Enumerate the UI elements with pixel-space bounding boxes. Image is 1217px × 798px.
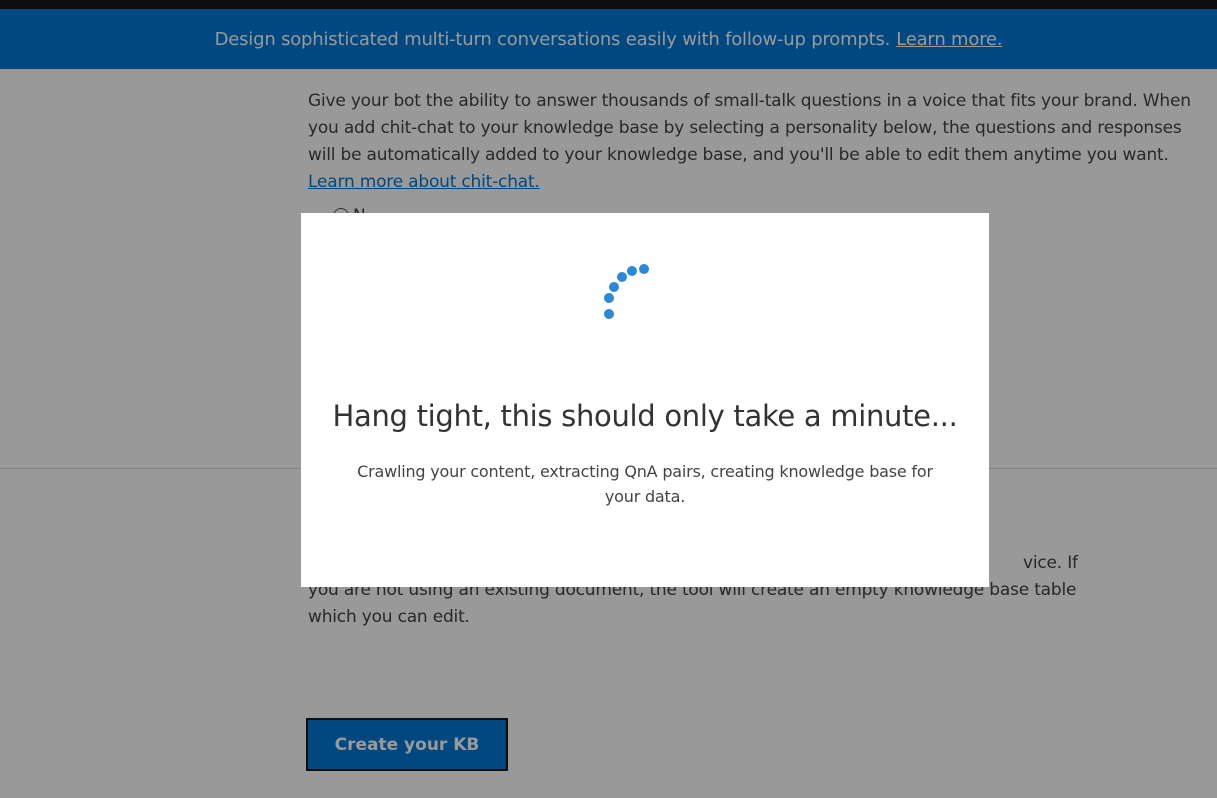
spinner-dot <box>617 272 627 282</box>
loading-title: Hang tight, this should only take a minu… <box>332 399 958 433</box>
spinner-dot <box>604 293 614 303</box>
loading-message: Crawling your content, extracting QnA pa… <box>357 462 933 506</box>
spinner-dot <box>639 264 649 274</box>
spinner-dot <box>604 309 614 319</box>
spinner-dot <box>627 266 637 276</box>
spinner-dot <box>609 282 619 292</box>
loading-dialog: Hang tight, this should only take a minu… <box>301 213 989 587</box>
